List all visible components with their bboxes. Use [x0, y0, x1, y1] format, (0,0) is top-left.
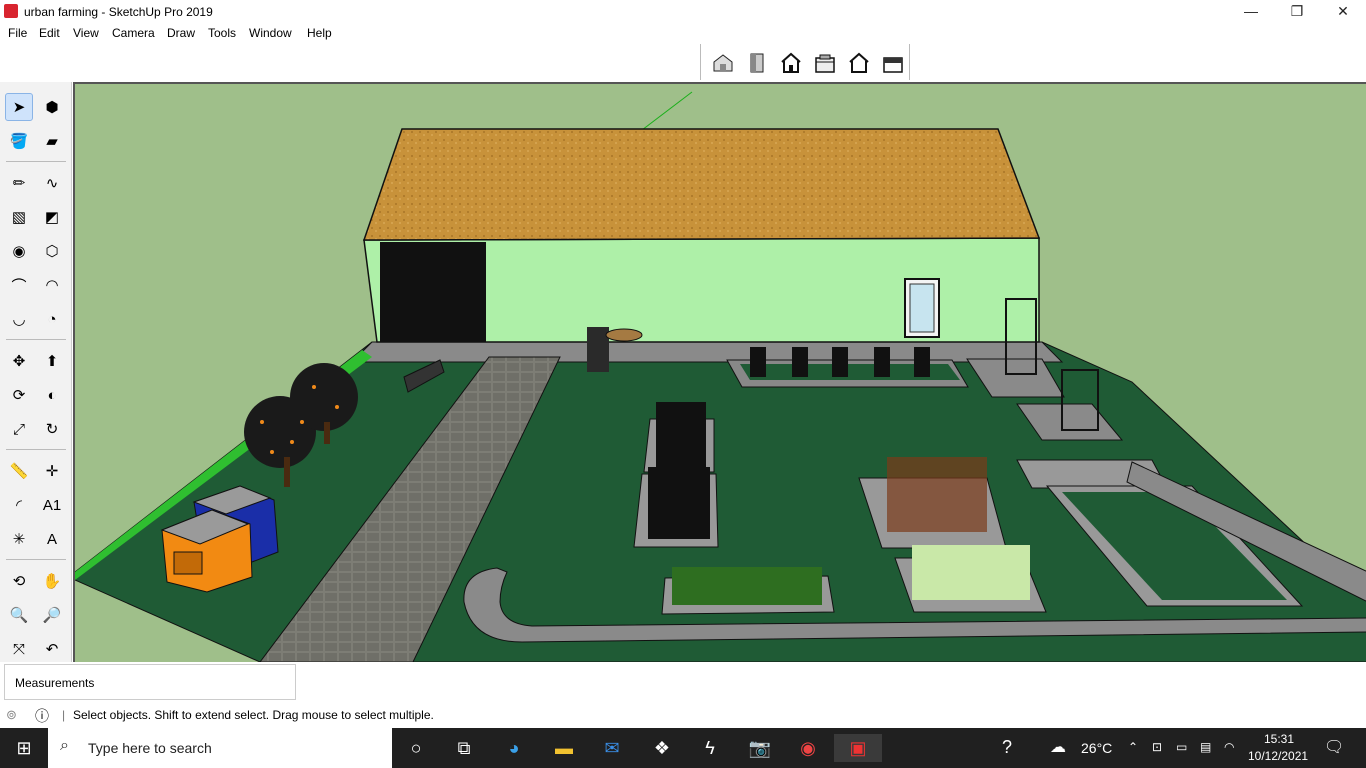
weather-temperature[interactable]: 26°C [1081, 740, 1112, 756]
title-bar: urban farming - SketchUp Pro 2019 — ❐ ✕ [0, 0, 1366, 24]
push-pull-icon[interactable]: ⬆ [38, 347, 66, 375]
window-title: urban farming - SketchUp Pro 2019 [24, 5, 213, 19]
sketchup-app-icon [4, 4, 18, 18]
menu-draw[interactable]: Draw [167, 26, 195, 40]
freehand-tool-icon[interactable]: ∿ [38, 169, 66, 197]
task-view-icon[interactable]: ⧉ [448, 734, 480, 762]
divider [6, 559, 66, 560]
divider [6, 449, 66, 450]
pan-tool-icon[interactable]: ✋ [38, 567, 66, 595]
previous-view-icon[interactable]: ↶ [38, 635, 66, 663]
right-view-icon[interactable] [813, 52, 837, 74]
menu-view[interactable]: View [73, 26, 99, 40]
3d-text-icon[interactable]: A [38, 525, 66, 553]
clock-time[interactable]: 15:31 [1264, 732, 1294, 746]
text-tool-icon[interactable]: A1 [38, 491, 66, 519]
views-toolbar [700, 44, 910, 80]
menu-edit[interactable]: Edit [39, 26, 60, 40]
eraser-icon[interactable]: ▰ [38, 127, 66, 155]
chevron-up-icon[interactable]: ⌃ [1128, 740, 1138, 754]
help-tray-icon[interactable]: ? [1002, 737, 1012, 758]
mail-icon[interactable]: ✉ [596, 734, 628, 762]
tape-measure-icon[interactable]: 📏 [5, 457, 33, 485]
rectangle-tool-icon[interactable]: ▧ [5, 203, 33, 231]
status-divider: | [62, 708, 66, 722]
polygon-tool-icon[interactable]: ⬡ [38, 237, 66, 265]
battery-icon[interactable]: ▭ [1176, 740, 1187, 754]
zoom-window-icon[interactable]: 🔎 [38, 601, 66, 629]
dimension-tool-icon[interactable]: ✛ [38, 457, 66, 485]
notifications-icon[interactable]: 🗨 [1324, 737, 1344, 757]
back-view-icon[interactable] [847, 52, 871, 74]
network-icon[interactable]: ⊡ [1152, 740, 1162, 754]
model-viewport[interactable] [73, 82, 1366, 662]
menu-camera[interactable]: Camera [112, 26, 155, 40]
protractor-icon[interactable]: ◜ [5, 491, 33, 519]
close-button[interactable]: ✕ [1320, 0, 1366, 24]
measurements-box: Measurements [4, 664, 296, 700]
make-component-icon[interactable]: ⬢ [38, 93, 66, 121]
edge-browser-icon[interactable]: ◕ [498, 734, 530, 762]
three-point-arc-icon[interactable]: ◡ [5, 305, 33, 333]
camera-icon[interactable]: 📷 [744, 734, 776, 762]
orbit-tool-icon[interactable]: ⟲ [5, 567, 33, 595]
axes-tool-icon[interactable]: ✳ [5, 525, 33, 553]
rotated-rectangle-icon[interactable]: ◩ [38, 203, 66, 231]
top-view-icon[interactable] [745, 52, 769, 74]
front-view-icon[interactable] [779, 52, 803, 74]
windows-start-icon[interactable]: ⊞ [8, 734, 40, 762]
tool-palette: ➤ ⬢ 🪣 ▰ ✏ ∿ ▧ ◩ ◉ ⬡ ⌒ ◠ ◡ ◔ ✥ ⬆ ⟳ ◐ ⤢ ↻ … [0, 82, 72, 662]
info-icon[interactable]: ⓘ [35, 706, 49, 726]
scale-tool-icon[interactable]: ⤢ [5, 415, 33, 443]
iso-view-icon[interactable] [711, 52, 735, 74]
display-icon[interactable]: ▤ [1200, 740, 1211, 754]
divider [6, 339, 66, 340]
menu-tools[interactable]: Tools [208, 26, 236, 40]
select-tool-icon[interactable]: ➤ [5, 93, 33, 121]
taskbar: ⊞ ⌕ Type here to search ○ ⧉ ◕ ▬ ✉ ❖ ϟ 📷 … [0, 728, 1366, 768]
minimize-button[interactable]: — [1228, 0, 1274, 24]
clock-date[interactable]: 10/12/2021 [1248, 749, 1308, 763]
search-icon: ⌕ [60, 737, 69, 754]
geo-location-icon[interactable]: ⊚ [6, 707, 17, 723]
menu-window[interactable]: Window [249, 26, 292, 40]
chrome-icon[interactable]: ◉ [792, 734, 824, 762]
pie-tool-icon[interactable]: ◔ [38, 305, 66, 333]
divider [6, 161, 66, 162]
rotate-tool-icon[interactable]: ⟳ [5, 381, 33, 409]
paint-bucket-icon[interactable]: 🪣 [5, 127, 33, 155]
arc-tool-icon[interactable]: ⌒ [5, 271, 33, 299]
restore-button[interactable]: ❐ [1274, 0, 1320, 24]
status-message: Select objects. Shift to extend select. … [73, 708, 434, 722]
taskbar-search[interactable]: ⌕ Type here to search [48, 728, 392, 768]
left-view-icon[interactable] [881, 52, 905, 74]
weather-icon[interactable]: ☁ [1050, 737, 1066, 757]
file-explorer-icon[interactable]: ▬ [548, 734, 580, 762]
menu-help[interactable]: Help [307, 26, 332, 40]
line-tool-icon[interactable]: ✏ [5, 169, 33, 197]
menu-file[interactable]: File [8, 26, 27, 40]
cortana-icon[interactable]: ○ [400, 734, 432, 762]
sketchup-taskbar-icon[interactable]: ▣ [834, 734, 882, 762]
zoom-extents-icon[interactable]: ⤧ [5, 635, 33, 663]
two-point-arc-icon[interactable]: ◠ [38, 271, 66, 299]
measurements-label: Measurements [15, 676, 95, 690]
status-bar: ⊚ ⓘ | Select objects. Shift to extend se… [0, 704, 1366, 728]
pinned-app-icon[interactable]: ϟ [694, 734, 726, 762]
search-placeholder: Type here to search [88, 740, 212, 756]
measurements-input[interactable] [141, 671, 291, 693]
move-tool-icon[interactable]: ✥ [5, 347, 33, 375]
circle-tool-icon[interactable]: ◉ [5, 237, 33, 265]
offset-tool-icon[interactable]: ↻ [38, 415, 66, 443]
zoom-tool-icon[interactable]: 🔍 [5, 601, 33, 629]
wifi-icon[interactable]: ◠ [1224, 740, 1234, 754]
menu-bar: File Edit View Camera Draw Tools Window … [0, 24, 1366, 42]
follow-me-icon[interactable]: ◐ [38, 381, 66, 409]
model-scene [75, 91, 1366, 662]
dropbox-icon[interactable]: ❖ [646, 734, 678, 762]
